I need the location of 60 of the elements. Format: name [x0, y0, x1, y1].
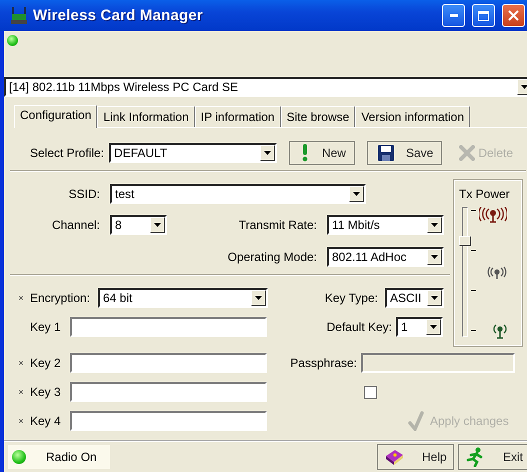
minimize-icon [450, 14, 458, 17]
profile-dropdown[interactable]: DEFAULT [109, 143, 277, 163]
field-label: Select Profile: [30, 146, 104, 160]
group-title: Tx Power [459, 187, 511, 201]
encryption-dropdown[interactable]: 64 bit [98, 288, 268, 308]
field-label: Key 1 [30, 320, 62, 334]
channel-dropdown[interactable]: 8 [110, 215, 167, 235]
running-figure-icon [465, 447, 485, 467]
mode-dropdown[interactable]: 802.11 AdHoc [327, 247, 444, 267]
checkbox[interactable] [364, 386, 377, 398]
field-label: Passphrase: [289, 356, 357, 370]
ssid-dropdown[interactable]: test [110, 184, 366, 204]
bottom-button[interactable]: Exit [458, 444, 527, 470]
field-label: Operating Mode: [226, 250, 317, 264]
key-field[interactable] [70, 411, 267, 431]
wireless-card-icon [10, 6, 28, 24]
antenna-icon [479, 207, 507, 223]
field-label: Key Type: [324, 291, 378, 305]
field-label: Key 4 [30, 414, 62, 428]
status-text: Radio On [46, 450, 97, 464]
checkmark-icon [408, 411, 424, 431]
field-label: Encryption: [30, 291, 92, 305]
tab[interactable]: Link Information [97, 106, 195, 127]
window-title: Wireless Card Manager [33, 7, 203, 24]
tab[interactable]: Site browse [280, 106, 356, 127]
toolbar-button[interactable]: Save [366, 141, 442, 165]
antenna-icon [493, 323, 507, 339]
rate-dropdown[interactable]: 11 Mbit/s [327, 215, 444, 235]
toolbar-button[interactable]: New [288, 141, 355, 165]
close-button[interactable] [502, 4, 525, 27]
default-key-dropdown[interactable]: 1 [396, 317, 443, 337]
maximize-icon [478, 10, 489, 20]
field-label: Key 2 [30, 356, 62, 370]
key-field[interactable] [70, 382, 267, 402]
book-icon [384, 448, 404, 466]
tab[interactable]: IP information [194, 106, 281, 127]
asterisk-mark: × [17, 358, 25, 368]
field-label: Channel: [50, 218, 100, 232]
key-field[interactable] [70, 353, 267, 373]
device-dropdown[interactable]: [14] 802.11b 11Mbps Wireless PC Card SE [4, 77, 527, 97]
antenna-icon [487, 266, 507, 280]
bottom-button[interactable]: Help [377, 444, 454, 470]
cross-icon [459, 145, 476, 161]
maximize-button[interactable] [472, 4, 495, 27]
key-type-dropdown[interactable]: ASCII [385, 288, 444, 308]
exclamation-icon [300, 144, 310, 162]
asterisk-mark: × [17, 293, 25, 303]
close-icon [508, 10, 519, 21]
field-label: Key 3 [30, 385, 62, 399]
slider-thumb[interactable] [459, 236, 471, 246]
minimize-button[interactable] [442, 4, 465, 27]
field-label: Transmit Rate: [238, 218, 317, 232]
tab[interactable]: Configuration [14, 105, 98, 128]
field-label: Default Key: [326, 320, 392, 334]
key-field[interactable] [70, 317, 267, 337]
power-slider[interactable] [459, 205, 477, 339]
field-label: SSID: [68, 187, 100, 201]
asterisk-mark: × [17, 387, 25, 397]
tab[interactable]: Version information [355, 106, 470, 127]
asterisk-mark: × [17, 416, 25, 426]
